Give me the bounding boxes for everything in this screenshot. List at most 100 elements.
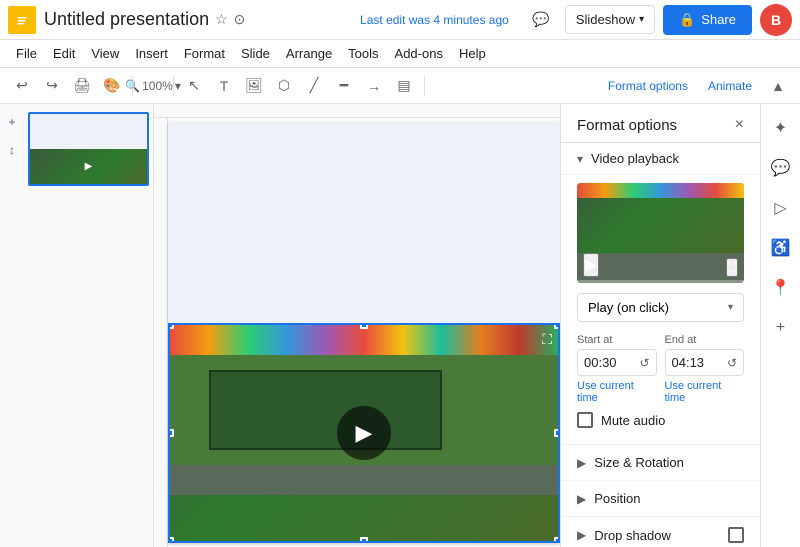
size-rotation-section[interactable]: ▶ Size & Rotation bbox=[561, 444, 760, 480]
end-at-input[interactable] bbox=[672, 355, 727, 370]
share-button[interactable]: 🔒 Share bbox=[663, 5, 752, 35]
assistant-icon-button[interactable]: ✦ bbox=[765, 112, 797, 144]
handle-middle-right[interactable] bbox=[554, 429, 560, 437]
format-options-button[interactable]: Format options bbox=[600, 72, 696, 100]
play-mode-dropdown[interactable]: Play (on click) ▾ bbox=[577, 293, 744, 322]
format-panel-header: Format options × bbox=[561, 104, 760, 143]
preview-play-button[interactable]: ▶ bbox=[583, 253, 599, 277]
present-button[interactable]: Slideshow ▾ bbox=[565, 5, 655, 34]
slide-thumbnail-1[interactable]: ▶ bbox=[28, 112, 149, 186]
last-edit-text: Last edit was 4 minutes ago bbox=[360, 13, 509, 27]
share-label: Share bbox=[701, 12, 736, 27]
slide-canvas[interactable]: ▶ ⛶ bbox=[168, 123, 560, 543]
menu-edit[interactable]: Edit bbox=[45, 43, 83, 64]
textbox-button[interactable]: T bbox=[210, 72, 238, 100]
toolbar: ↩ ↪ 🖨 🎨 🔍 100% ▾ ↖ T 🖼 ⬡ ╱ ━ → ▤ Format … bbox=[0, 68, 800, 104]
thumb-top-area bbox=[30, 114, 147, 149]
avatar[interactable]: B bbox=[760, 4, 792, 36]
paint-format-button[interactable]: 🎨 bbox=[98, 72, 126, 100]
use-current-start[interactable]: Use current time bbox=[577, 380, 657, 404]
print-button[interactable]: 🖨 bbox=[68, 72, 96, 100]
slide-thumb-inner: ▶ bbox=[30, 114, 147, 184]
menu-help[interactable]: Help bbox=[451, 43, 494, 64]
slide-video-element[interactable]: ▶ ⛶ bbox=[168, 323, 560, 543]
presentation-title[interactable]: Untitled presentation bbox=[44, 9, 209, 30]
handle-middle-left[interactable] bbox=[168, 429, 174, 437]
start-at-input[interactable] bbox=[584, 355, 639, 370]
menu-insert[interactable]: Insert bbox=[127, 43, 176, 64]
present-mode-button[interactable]: ▷ bbox=[765, 192, 797, 224]
app-logo bbox=[8, 6, 36, 34]
undo-button[interactable]: ↩ bbox=[8, 72, 36, 100]
comments-panel-button[interactable]: 💬 bbox=[765, 152, 797, 184]
menu-tools[interactable]: Tools bbox=[340, 43, 386, 64]
handle-bottom-middle[interactable] bbox=[360, 537, 368, 543]
redo-button[interactable]: ↪ bbox=[38, 72, 66, 100]
accessibility-button[interactable]: ♿ bbox=[765, 232, 797, 264]
menu-slide[interactable]: Slide bbox=[233, 43, 278, 64]
drop-shadow-checkbox[interactable] bbox=[728, 527, 744, 543]
add-panel-button[interactable]: + bbox=[765, 312, 797, 344]
size-rotation-label: Size & Rotation bbox=[594, 455, 684, 470]
toolbar-collapse-button[interactable]: ▲ bbox=[764, 72, 792, 100]
zoom-select[interactable]: 🔍 100% ▾ bbox=[139, 72, 167, 100]
preview-fullscreen-button[interactable]: ⛶ bbox=[726, 258, 738, 277]
end-at-input-container: ↺ bbox=[665, 349, 745, 376]
drop-shadow-left: ▶ Drop shadow bbox=[577, 528, 671, 543]
line-style-button[interactable]: ━ bbox=[330, 72, 358, 100]
start-refresh-icon[interactable]: ↺ bbox=[639, 356, 649, 370]
handle-bottom-right[interactable] bbox=[554, 537, 560, 543]
external-link-icon[interactable]: ⛶ bbox=[542, 331, 552, 348]
preview-progress-bar bbox=[577, 280, 744, 283]
drop-shadow-label: Drop shadow bbox=[594, 528, 671, 543]
video-playback-content: ▶ ⛶ Play (on click) ▾ Start at ↺ bbox=[561, 175, 760, 444]
comments-button[interactable]: 💬 bbox=[525, 4, 557, 36]
menu-view[interactable]: View bbox=[83, 43, 127, 64]
select-button[interactable]: ↖ bbox=[180, 72, 208, 100]
menu-addons[interactable]: Add-ons bbox=[387, 43, 451, 64]
mute-checkbox[interactable] bbox=[577, 412, 593, 428]
video-playback-label: Video playback bbox=[591, 151, 679, 166]
star-icon[interactable]: ☆ bbox=[215, 11, 228, 28]
left-panel-icon-1[interactable]: + bbox=[2, 112, 22, 132]
menu-format[interactable]: Format bbox=[176, 43, 233, 64]
format-panel-title: Format options bbox=[577, 117, 677, 134]
cloud-icon[interactable]: ⊙ bbox=[234, 11, 246, 28]
use-current-end[interactable]: Use current time bbox=[665, 380, 745, 404]
handle-top-left[interactable] bbox=[168, 323, 174, 329]
handle-bottom-left[interactable] bbox=[168, 537, 174, 543]
image-button[interactable]: 🖼 bbox=[240, 72, 268, 100]
toolbar-right: Format options Animate ▲ bbox=[600, 72, 792, 100]
menu-file[interactable]: File bbox=[8, 43, 45, 64]
position-label: Position bbox=[594, 491, 640, 506]
map-pin-button[interactable]: 📍 bbox=[765, 272, 797, 304]
video-playback-section-header[interactable]: ▾ Video playback bbox=[561, 143, 760, 175]
menu-bar: File Edit View Insert Format Slide Arran… bbox=[0, 40, 800, 68]
left-icons-panel: + ↕ bbox=[0, 104, 24, 547]
zoom-value: 100% bbox=[142, 79, 173, 93]
start-at-label: Start at bbox=[577, 334, 657, 346]
end-refresh-icon[interactable]: ↺ bbox=[727, 356, 737, 370]
video-preview-thumbnail: ▶ ⛶ bbox=[577, 183, 744, 283]
handle-top-right[interactable] bbox=[554, 323, 560, 329]
zoom-icon: 🔍 bbox=[125, 79, 140, 93]
thumb-video-area: ▶ bbox=[30, 149, 147, 184]
line-button[interactable]: ╱ bbox=[300, 72, 328, 100]
drop-shadow-section[interactable]: ▶ Drop shadow bbox=[561, 516, 760, 547]
preview-bg bbox=[577, 183, 744, 253]
handle-top-middle[interactable] bbox=[360, 323, 368, 329]
time-fields-row: Start at ↺ End at ↺ bbox=[577, 334, 744, 376]
canvas-area: ▶ ⛶ bbox=[154, 104, 560, 547]
title-bar: Untitled presentation ☆ ⊙ Last edit was … bbox=[0, 0, 800, 40]
line-end-button[interactable]: ▤ bbox=[390, 72, 418, 100]
slide-top-content bbox=[168, 123, 560, 323]
animate-button[interactable]: Animate bbox=[700, 72, 760, 100]
shapes-button[interactable]: ⬡ bbox=[270, 72, 298, 100]
format-panel-close[interactable]: × bbox=[735, 116, 744, 134]
left-panel-icon-2[interactable]: ↕ bbox=[2, 140, 22, 160]
video-overlay: ▶ bbox=[170, 325, 558, 541]
line-start-button[interactable]: → bbox=[360, 72, 388, 100]
video-play-button[interactable]: ▶ bbox=[337, 406, 391, 460]
position-section[interactable]: ▶ Position bbox=[561, 480, 760, 516]
menu-arrange[interactable]: Arrange bbox=[278, 43, 340, 64]
